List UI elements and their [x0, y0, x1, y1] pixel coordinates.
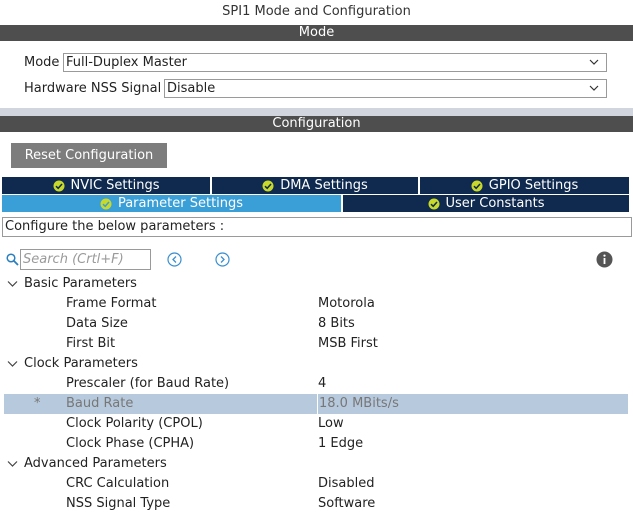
- check-circle-icon: [53, 180, 64, 191]
- search-input[interactable]: [20, 249, 151, 270]
- chevron-down-icon[interactable]: [7, 459, 18, 469]
- check-circle-icon: [262, 180, 274, 191]
- param-name: Data Size: [66, 316, 128, 331]
- tab-nvic-settings[interactable]: NVIC Settings: [2, 177, 210, 194]
- reset-configuration-button[interactable]: Reset Configuration: [11, 143, 167, 168]
- nss-label: Hardware NSS Signal: [24, 80, 162, 96]
- param-value[interactable]: Motorola: [318, 294, 375, 314]
- nss-select-value: Disable: [167, 81, 216, 96]
- search-icon[interactable]: [6, 253, 19, 266]
- param-name: NSS Signal Type: [66, 496, 171, 511]
- tab-label: User Constants: [445, 196, 545, 211]
- info-icon[interactable]: [596, 251, 613, 268]
- param-name: CRC Calculation: [66, 476, 170, 491]
- param-row[interactable]: Prescaler (for Baud Rate) 4: [4, 374, 628, 394]
- param-name: Clock Phase (CPHA): [66, 436, 195, 451]
- configure-instructions: Configure the below parameters :: [2, 217, 632, 237]
- mode-select[interactable]: Full-Duplex Master: [63, 53, 607, 72]
- group-clock-parameters[interactable]: Clock Parameters: [4, 354, 628, 374]
- group-advanced-parameters[interactable]: Advanced Parameters: [4, 454, 628, 474]
- param-name: Baud Rate: [66, 396, 134, 411]
- check-circle-icon: [428, 198, 439, 209]
- configuration-section-header: Configuration: [0, 116, 633, 132]
- group-label: Advanced Parameters: [24, 456, 167, 471]
- group-basic-parameters[interactable]: Basic Parameters: [4, 274, 628, 294]
- nss-select[interactable]: Disable: [164, 79, 607, 98]
- chevron-down-icon: [589, 85, 599, 91]
- tab-gpio-settings[interactable]: GPIO Settings: [420, 177, 629, 194]
- group-label: Basic Parameters: [24, 276, 137, 291]
- param-name: First Bit: [66, 336, 116, 351]
- nss-row: Hardware NSS Signal: [24, 78, 163, 98]
- check-circle-icon: [471, 180, 483, 191]
- param-row[interactable]: Clock Polarity (CPOL) Low: [4, 414, 628, 434]
- chevron-down-icon: [589, 59, 599, 65]
- section-divider: [0, 108, 633, 116]
- param-value[interactable]: 1 Edge: [318, 434, 363, 454]
- chevron-down-icon[interactable]: [7, 359, 18, 369]
- param-value[interactable]: 8 Bits: [318, 314, 355, 334]
- tab-parameter-settings[interactable]: Parameter Settings: [2, 195, 341, 212]
- tab-label: DMA Settings: [280, 178, 368, 193]
- mode-select-value: Full-Duplex Master: [66, 55, 188, 70]
- next-result-icon[interactable]: [215, 252, 230, 267]
- mode-row: Mode: [24, 52, 61, 72]
- param-value[interactable]: Disabled: [318, 474, 374, 494]
- read-only-marker: *: [34, 396, 41, 411]
- param-value: 18.0 MBits/s: [317, 394, 399, 414]
- param-row[interactable]: First Bit MSB First: [4, 334, 628, 354]
- previous-result-icon[interactable]: [167, 252, 182, 267]
- mode-section-header: Mode: [0, 25, 633, 41]
- mode-label: Mode: [24, 54, 60, 70]
- tab-user-constants[interactable]: User Constants: [343, 195, 629, 212]
- window-title: SPI1 Mode and Configuration: [222, 4, 411, 19]
- tab-label: NVIC Settings: [70, 178, 160, 193]
- param-row[interactable]: CRC Calculation Disabled: [4, 474, 628, 494]
- param-value[interactable]: Software: [318, 494, 375, 514]
- param-name: Frame Format: [66, 296, 157, 311]
- param-row[interactable]: Frame Format Motorola: [4, 294, 628, 314]
- group-label: Clock Parameters: [24, 356, 138, 371]
- param-name: Prescaler (for Baud Rate): [66, 376, 230, 391]
- param-value[interactable]: 4: [318, 374, 326, 394]
- chevron-down-icon[interactable]: [7, 279, 18, 289]
- param-value[interactable]: MSB First: [318, 334, 378, 354]
- param-row[interactable]: NSS Signal Type Software: [4, 494, 628, 514]
- param-value[interactable]: Low: [318, 414, 344, 434]
- tab-label: GPIO Settings: [488, 178, 579, 193]
- tab-label: Parameter Settings: [117, 196, 244, 211]
- check-circle-icon: [100, 198, 112, 209]
- param-row-selected[interactable]: * Baud Rate 18.0 MBits/s: [4, 394, 628, 414]
- param-row[interactable]: Data Size 8 Bits: [4, 314, 628, 334]
- param-name: Clock Polarity (CPOL): [66, 416, 203, 431]
- tab-dma-settings[interactable]: DMA Settings: [212, 177, 418, 194]
- param-row[interactable]: Clock Phase (CPHA) 1 Edge: [4, 434, 628, 454]
